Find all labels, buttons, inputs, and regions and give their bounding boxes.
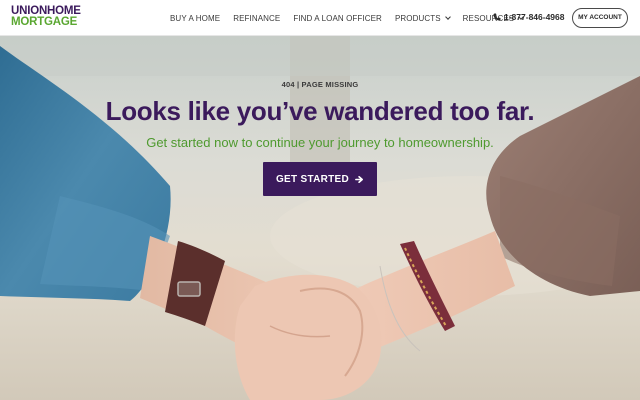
page-subtitle: Get started now to continue your journey… [146,135,494,150]
phone-number: 1-877-846-4968 [504,12,565,22]
main-nav: BUY A HOME REFINANCE FIND A LOAN OFFICER… [170,0,536,36]
page-title: Looks like you’ve wandered too far. [105,96,535,126]
my-account-button[interactable]: MY ACCOUNT [572,8,628,28]
unionhome-logo[interactable]: UNIONHOME MORTGAGE [11,5,81,28]
cta-label: GET STARTED [275,173,350,185]
nav-label: BUY A HOME [170,13,221,23]
nav-products[interactable]: PRODUCTS [394,13,451,23]
nav-label: PRODUCTS [394,13,441,23]
error-eyebrow: 404 | PAGE MISSING [281,80,359,89]
chevron-down-icon [444,14,451,20]
hero-banner: 404 | PAGE MISSING Looks like you’ve wan… [0,36,640,400]
nav-buy-a-home[interactable]: BUY A HOME [170,14,220,23]
phone-icon [493,13,501,21]
nav-refinance[interactable]: REFINANCE [233,14,280,23]
phone-link[interactable]: 1-877-846-4968 [493,12,565,22]
nav-find-a-loan-officer[interactable]: FIND A LOAN OFFICER [293,14,382,23]
nav-label: FIND A LOAN OFFICER [293,13,382,23]
hero-background-image [0,36,640,400]
arrow-right-icon [355,175,364,183]
logo-line-2: MORTGAGE [11,16,78,28]
get-started-button[interactable]: GET STARTED [263,162,377,196]
nav-label: REFINANCE [233,13,281,23]
site-header: UNIONHOME MORTGAGE BUY A HOME REFINANCE … [0,0,640,36]
